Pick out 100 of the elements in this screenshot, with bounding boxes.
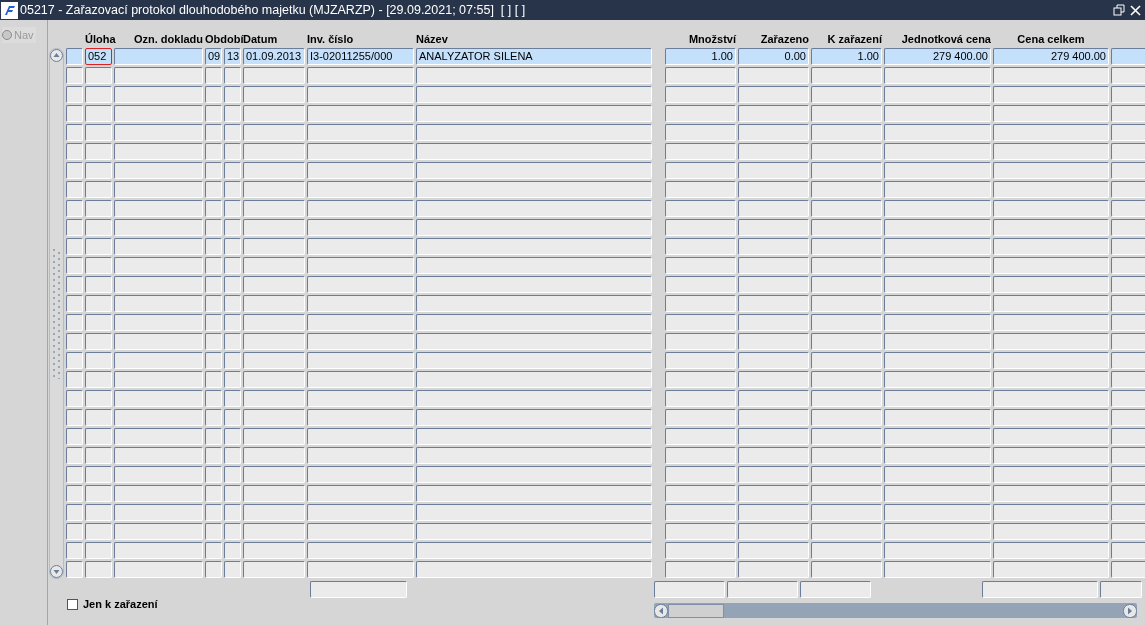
table-cell[interactable] <box>66 105 83 122</box>
table-cell[interactable] <box>993 257 1109 274</box>
table-cell[interactable] <box>114 561 203 578</box>
table-cell[interactable] <box>66 295 83 312</box>
table-cell[interactable] <box>738 371 809 388</box>
restore-icon[interactable] <box>1113 4 1125 16</box>
table-cell[interactable] <box>205 257 222 274</box>
table-cell[interactable] <box>1111 257 1145 274</box>
table-cell[interactable] <box>224 257 241 274</box>
table-cell[interactable] <box>85 390 112 407</box>
table-cell[interactable] <box>416 542 652 559</box>
table-cell[interactable] <box>205 67 222 84</box>
table-cell[interactable] <box>416 352 652 369</box>
table-cell[interactable] <box>243 276 305 293</box>
table-cell[interactable] <box>982 581 1098 598</box>
table-cell[interactable] <box>993 561 1109 578</box>
table-cell[interactable] <box>738 485 809 502</box>
scroll-left-icon[interactable] <box>654 603 668 618</box>
table-cell[interactable] <box>114 219 203 236</box>
table-cell[interactable] <box>307 200 414 217</box>
table-cell[interactable] <box>738 86 809 103</box>
table-cell[interactable] <box>738 390 809 407</box>
table-cell[interactable] <box>811 162 882 179</box>
table-cell[interactable] <box>224 466 241 483</box>
table-cell[interactable] <box>993 219 1109 236</box>
table-cell[interactable] <box>416 276 652 293</box>
table-cell[interactable] <box>416 314 652 331</box>
table-cell[interactable] <box>243 409 305 426</box>
table-cell[interactable] <box>738 105 809 122</box>
table-cell[interactable] <box>738 447 809 464</box>
table-cell[interactable] <box>1111 314 1145 331</box>
table-cell[interactable] <box>1111 105 1145 122</box>
table-cell[interactable] <box>665 143 736 160</box>
table-cell[interactable] <box>1111 371 1145 388</box>
table-cell[interactable] <box>66 143 83 160</box>
table-cell[interactable] <box>811 504 882 521</box>
table-cell[interactable]: 279 400.00 <box>993 48 1109 65</box>
table-cell[interactable] <box>307 257 414 274</box>
table-cell[interactable] <box>993 352 1109 369</box>
table-cell[interactable] <box>224 143 241 160</box>
table-cell[interactable] <box>243 67 305 84</box>
table-cell[interactable] <box>66 86 83 103</box>
table-cell[interactable] <box>66 561 83 578</box>
table-cell[interactable] <box>224 485 241 502</box>
table-cell[interactable] <box>665 409 736 426</box>
table-cell[interactable] <box>1100 581 1142 598</box>
table-cell[interactable] <box>665 371 736 388</box>
table-cell[interactable] <box>884 219 991 236</box>
table-cell[interactable] <box>205 295 222 312</box>
table-cell[interactable] <box>85 333 112 350</box>
table-cell[interactable] <box>811 561 882 578</box>
table-cell[interactable] <box>85 238 112 255</box>
table-cell[interactable] <box>66 314 83 331</box>
table-cell[interactable] <box>114 200 203 217</box>
table-cell[interactable] <box>224 333 241 350</box>
table-cell[interactable] <box>811 466 882 483</box>
table-cell[interactable]: 13 <box>224 48 241 65</box>
table-cell[interactable] <box>224 561 241 578</box>
table-cell[interactable] <box>307 86 414 103</box>
table-cell[interactable] <box>66 162 83 179</box>
table-cell[interactable] <box>243 105 305 122</box>
table-cell[interactable] <box>1111 219 1145 236</box>
table-cell[interactable] <box>884 200 991 217</box>
table-cell[interactable] <box>993 466 1109 483</box>
table-cell[interactable] <box>1111 238 1145 255</box>
table-cell[interactable] <box>66 219 83 236</box>
table-cell[interactable] <box>665 561 736 578</box>
table-cell[interactable] <box>85 409 112 426</box>
table-cell[interactable] <box>884 371 991 388</box>
table-cell[interactable] <box>85 466 112 483</box>
table-cell[interactable] <box>1111 504 1145 521</box>
table-cell[interactable] <box>114 428 203 445</box>
table-cell[interactable] <box>665 124 736 141</box>
table-cell[interactable] <box>85 200 112 217</box>
table-cell[interactable] <box>1111 523 1145 540</box>
table-cell[interactable] <box>1111 428 1145 445</box>
table-cell[interactable] <box>811 200 882 217</box>
table-cell[interactable] <box>665 390 736 407</box>
table-cell[interactable] <box>66 67 83 84</box>
table-cell[interactable] <box>738 200 809 217</box>
table-cell[interactable]: 1.00 <box>665 48 736 65</box>
table-cell[interactable] <box>85 295 112 312</box>
table-cell[interactable] <box>205 523 222 540</box>
table-cell[interactable]: ANALYZATOR SILENA <box>416 48 652 65</box>
table-cell[interactable] <box>243 447 305 464</box>
table-cell[interactable] <box>85 523 112 540</box>
table-cell[interactable] <box>738 314 809 331</box>
table-cell[interactable] <box>1111 333 1145 350</box>
table-cell[interactable] <box>884 485 991 502</box>
table-cell[interactable] <box>243 485 305 502</box>
table-cell[interactable] <box>884 466 991 483</box>
table-cell[interactable]: 279 400.00 <box>884 48 991 65</box>
table-cell[interactable] <box>1111 485 1145 502</box>
table-cell[interactable] <box>993 542 1109 559</box>
table-cell[interactable] <box>307 143 414 160</box>
table-cell[interactable] <box>310 581 407 598</box>
table-cell[interactable] <box>884 523 991 540</box>
table-cell[interactable] <box>114 124 203 141</box>
table-cell[interactable] <box>114 504 203 521</box>
table-cell[interactable] <box>884 295 991 312</box>
